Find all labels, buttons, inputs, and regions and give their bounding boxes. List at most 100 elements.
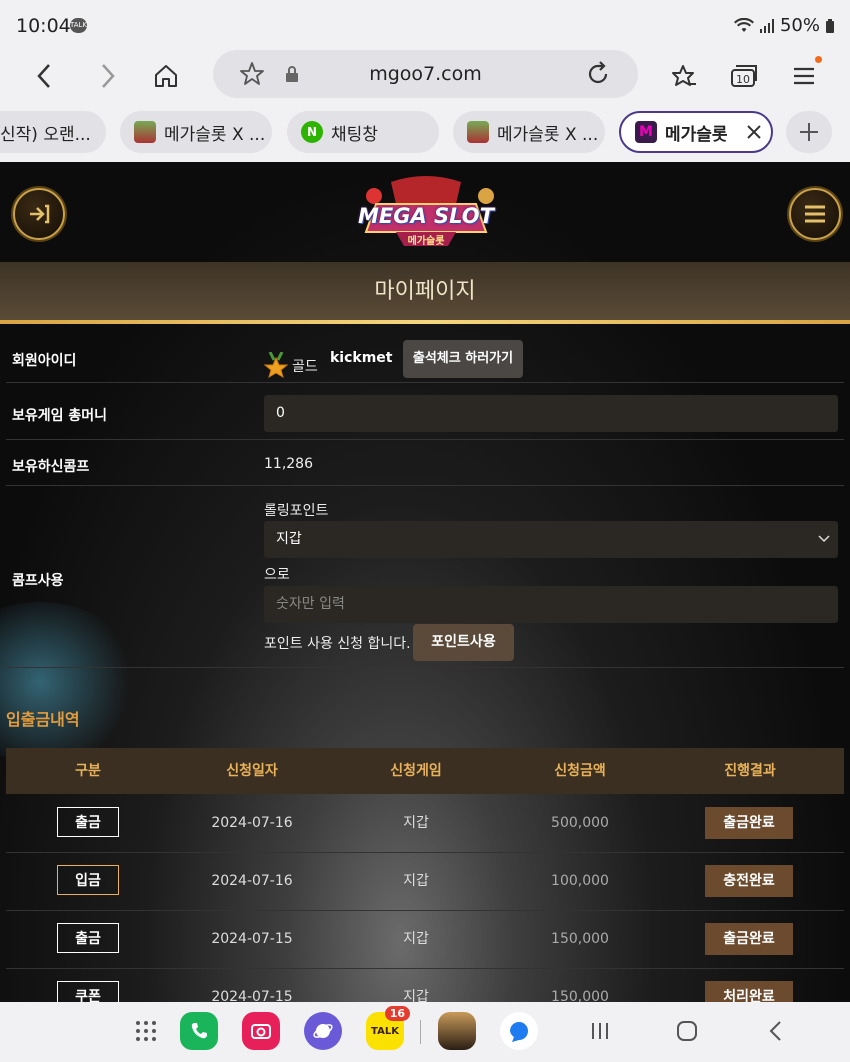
- col-result: 진행결과: [724, 763, 776, 779]
- tab-label: 메가슬롯: [665, 124, 728, 145]
- internet-app-icon[interactable]: [304, 1012, 342, 1050]
- new-tab-button[interactable]: [786, 111, 832, 153]
- tab-1[interactable]: 신작) 오랜...: [0, 111, 106, 153]
- app-drawer-icon[interactable]: [131, 1016, 161, 1046]
- battery-percent: 50%: [779, 15, 820, 36]
- bookmarks-icon[interactable]: [664, 56, 704, 96]
- tab-label: 신작) 오랜...: [0, 124, 91, 145]
- col-type: 구분: [75, 763, 101, 779]
- megaslot-favicon-icon: M: [635, 121, 657, 143]
- member-username: kickmet: [330, 350, 393, 366]
- cell-game: 지갑: [403, 873, 429, 889]
- status-bar: 10:04 TALK 50%: [0, 0, 850, 50]
- apply-text: 포인트 사용 신청 합니다.: [264, 636, 411, 652]
- tab-4[interactable]: 메가슬롯 X ...: [453, 111, 605, 153]
- camera-app-icon[interactable]: [242, 1012, 280, 1050]
- wifi-icon: [733, 17, 754, 32]
- cell-amount: 150,000: [551, 931, 609, 947]
- row-comp-use: 콤프사용 롤링포인트 지갑 으로 숫자만 입력 포인트 사용 신청 합니다. 포…: [6, 486, 844, 668]
- browser-toolbar: mgoo7.com 10: [0, 50, 850, 102]
- kakaotalk-notification-icon: TALK: [70, 18, 87, 33]
- table-row: 출금 2024-07-15 지갑 150,000 출금완료: [6, 910, 844, 969]
- chevron-down-icon: [818, 535, 830, 543]
- col-date: 신청일자: [226, 763, 278, 779]
- tab-label: 메가슬롯 X ...: [164, 124, 266, 145]
- type-badge: 출금: [57, 923, 119, 953]
- cell-game: 지갑: [403, 931, 429, 947]
- back-nav-icon[interactable]: [760, 1016, 790, 1046]
- tabs-count-icon[interactable]: 10: [724, 56, 764, 96]
- address-bar[interactable]: mgoo7.com: [213, 50, 638, 98]
- kakaotalk-app-icon[interactable]: TALK 16: [366, 1006, 410, 1050]
- game-money-field: 0: [264, 395, 838, 432]
- tab-2[interactable]: 메가슬롯 X ...: [120, 111, 272, 153]
- row-game-money: 보유게임 총머니 0: [6, 383, 844, 440]
- home-icon[interactable]: [146, 56, 186, 96]
- title-underline: [0, 320, 850, 324]
- phone-app-icon[interactable]: [180, 1012, 218, 1050]
- tab-3[interactable]: N 채팅창: [287, 111, 439, 153]
- home-nav-icon[interactable]: [672, 1016, 702, 1046]
- tab-5-active[interactable]: M 메가슬롯: [619, 111, 773, 153]
- signal-icon: [759, 18, 774, 33]
- history-table-header: 구분 신청일자 신청게임 신청금액 진행결과: [6, 748, 844, 794]
- cell-date: 2024-07-15: [211, 989, 293, 1002]
- battery-icon: [826, 18, 834, 33]
- type-badge: 입금: [57, 865, 119, 895]
- plus-icon: [800, 123, 818, 141]
- rolling-point-label: 롤링포인트: [264, 503, 329, 519]
- wallet-select[interactable]: 지갑: [264, 521, 838, 558]
- back-icon[interactable]: [24, 56, 64, 96]
- reload-icon[interactable]: [585, 61, 611, 87]
- logo-subtext: 메가슬롯: [407, 236, 445, 247]
- naver-favicon-icon: N: [301, 121, 323, 143]
- menu-icon[interactable]: [784, 56, 824, 96]
- amount-input[interactable]: 숫자만 입력: [264, 586, 838, 623]
- tab-strip: 신작) 오랜... 메가슬롯 X ... N 채팅창 메가슬롯 X ... M …: [0, 108, 850, 158]
- status-time: 10:04: [16, 15, 71, 37]
- col-game: 신청게임: [390, 763, 442, 779]
- cell-game: 지갑: [403, 989, 429, 1002]
- logo-text: MEGA SLOT: [358, 204, 494, 228]
- hamburger-menu-icon[interactable]: [789, 188, 841, 240]
- tab-label: 메가슬롯 X ...: [497, 124, 599, 145]
- web-page: MEGA SLOT 메가슬롯 마이페이지 회원아이디 골드 kickmet 출석…: [0, 162, 850, 1002]
- cell-date: 2024-07-16: [211, 815, 293, 831]
- col-amount: 신청금액: [554, 763, 606, 779]
- cell-date: 2024-07-16: [211, 873, 293, 889]
- recent-apps-icon[interactable]: [585, 1016, 615, 1046]
- to-label: 으로: [264, 567, 290, 583]
- close-tab-icon[interactable]: [746, 124, 762, 140]
- login-icon[interactable]: [13, 188, 65, 240]
- type-badge: 출금: [57, 807, 119, 837]
- status-badge: 출금완료: [705, 807, 793, 839]
- game-app-icon[interactable]: [438, 1012, 476, 1050]
- use-points-button[interactable]: 포인트사용: [413, 624, 514, 661]
- table-row: 쿠폰 2024-07-15 지갑 150,000 처리완료: [6, 968, 844, 1002]
- table-row: 출금 2024-07-16 지갑 500,000 출금완료: [6, 794, 844, 853]
- status-badge: 처리완료: [705, 981, 793, 1002]
- cell-date: 2024-07-15: [211, 931, 293, 947]
- attendance-check-button[interactable]: 출석체크 하러가기: [403, 340, 523, 378]
- page-title-bar: 마이페이지: [0, 262, 850, 324]
- row-member-id: 회원아이디 골드 kickmet 출석체크 하러가기: [6, 332, 844, 383]
- wallet-select-value: 지갑: [276, 531, 302, 547]
- tab-label: 채팅창: [331, 124, 378, 145]
- member-id-label: 회원아이디: [12, 353, 77, 369]
- amount-placeholder: 숫자만 입력: [276, 596, 345, 612]
- cell-amount: 100,000: [551, 873, 609, 889]
- comp-use-label: 콤프사용: [12, 573, 64, 589]
- status-badge: 출금완료: [705, 923, 793, 955]
- gold-grade-icon: [264, 352, 288, 378]
- mega-slot-logo[interactable]: MEGA SLOT 메가슬롯: [336, 174, 516, 252]
- page-title: 마이페이지: [374, 279, 476, 304]
- history-title: 입출금내역: [6, 710, 80, 729]
- type-badge: 쿠폰: [57, 981, 119, 1002]
- comp-value: 11,286: [264, 456, 313, 472]
- status-badge: 충전완료: [705, 865, 793, 897]
- forward-icon[interactable]: [88, 56, 128, 96]
- comp-label: 보유하신콤프: [12, 459, 90, 475]
- kakaotalk-label: TALK: [371, 1025, 399, 1037]
- messenger-app-icon[interactable]: [500, 1012, 538, 1050]
- game-money-label: 보유게임 총머니: [12, 408, 108, 424]
